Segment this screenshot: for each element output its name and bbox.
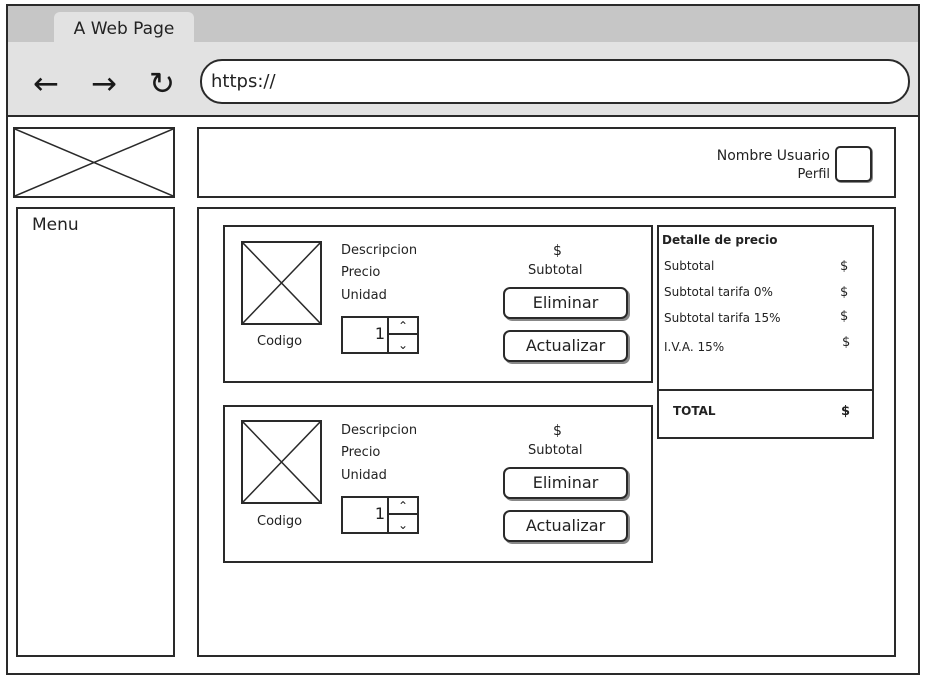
price-row-value: $ bbox=[840, 285, 849, 300]
sidebar bbox=[16, 207, 175, 657]
browser-tab[interactable]: A Web Page bbox=[54, 12, 194, 44]
back-arrow-icon[interactable]: ← bbox=[26, 64, 66, 104]
product-description: Descripcion bbox=[341, 423, 418, 438]
price-row-value: $ bbox=[842, 335, 851, 350]
reload-icon[interactable]: ↻ bbox=[142, 64, 182, 104]
product-price: Precio bbox=[341, 265, 381, 280]
product-image-placeholder bbox=[241, 241, 322, 325]
profile-link[interactable]: Perfil bbox=[700, 167, 830, 182]
user-name: Nombre Usuario bbox=[716, 148, 830, 164]
price-row-value: $ bbox=[840, 309, 849, 324]
price-row-label: Subtotal tarifa 0% bbox=[664, 285, 773, 299]
product-price: Precio bbox=[341, 445, 381, 460]
price-row-value: $ bbox=[840, 259, 849, 274]
product-unit: Unidad bbox=[341, 288, 387, 303]
delete-button[interactable]: Eliminar bbox=[503, 467, 628, 499]
stepper-arrows: ⌃ ⌄ bbox=[387, 498, 417, 532]
subtotal-label: Subtotal bbox=[528, 263, 583, 278]
chevron-down-icon[interactable]: ⌄ bbox=[389, 337, 417, 354]
product-image-placeholder bbox=[241, 420, 322, 504]
quantity-stepper[interactable]: 1 ⌃ ⌄ bbox=[341, 496, 419, 534]
update-button[interactable]: Actualizar bbox=[503, 510, 628, 542]
currency-symbol: $ bbox=[553, 243, 562, 259]
currency-symbol: $ bbox=[553, 423, 562, 439]
delete-button[interactable]: Eliminar bbox=[503, 287, 628, 319]
total-label: TOTAL bbox=[673, 404, 716, 418]
tab-title: A Web Page bbox=[73, 19, 175, 39]
price-row-label: I.V.A. 15% bbox=[664, 340, 725, 354]
url-text: https:// bbox=[211, 71, 276, 92]
quantity-stepper[interactable]: 1 ⌃ ⌄ bbox=[341, 316, 419, 354]
total-value: $ bbox=[841, 404, 851, 419]
profile-avatar[interactable] bbox=[835, 146, 872, 182]
product-description: Descripcion bbox=[341, 243, 418, 258]
forward-arrow-icon[interactable]: → bbox=[84, 64, 124, 104]
product-code: Codigo bbox=[257, 514, 303, 529]
chevron-down-icon[interactable]: ⌄ bbox=[389, 517, 417, 534]
price-row-label: Subtotal tarifa 15% bbox=[664, 311, 781, 325]
stepper-arrows: ⌃ ⌄ bbox=[387, 318, 417, 352]
quantity-value: 1 bbox=[374, 504, 385, 523]
price-detail-title: Detalle de precio bbox=[662, 233, 778, 247]
update-button[interactable]: Actualizar bbox=[503, 330, 628, 362]
product-unit: Unidad bbox=[341, 468, 387, 483]
url-bar[interactable]: https:// bbox=[200, 59, 910, 104]
price-row-label: Subtotal bbox=[664, 259, 715, 273]
quantity-value: 1 bbox=[374, 324, 385, 343]
chevron-up-icon[interactable]: ⌃ bbox=[389, 498, 417, 515]
subtotal-label: Subtotal bbox=[528, 443, 583, 458]
menu-label[interactable]: Menu bbox=[32, 215, 79, 235]
price-detail-divider bbox=[657, 389, 874, 391]
product-code: Codigo bbox=[257, 334, 303, 349]
logo-image-placeholder bbox=[13, 127, 175, 198]
chevron-up-icon[interactable]: ⌃ bbox=[389, 318, 417, 335]
